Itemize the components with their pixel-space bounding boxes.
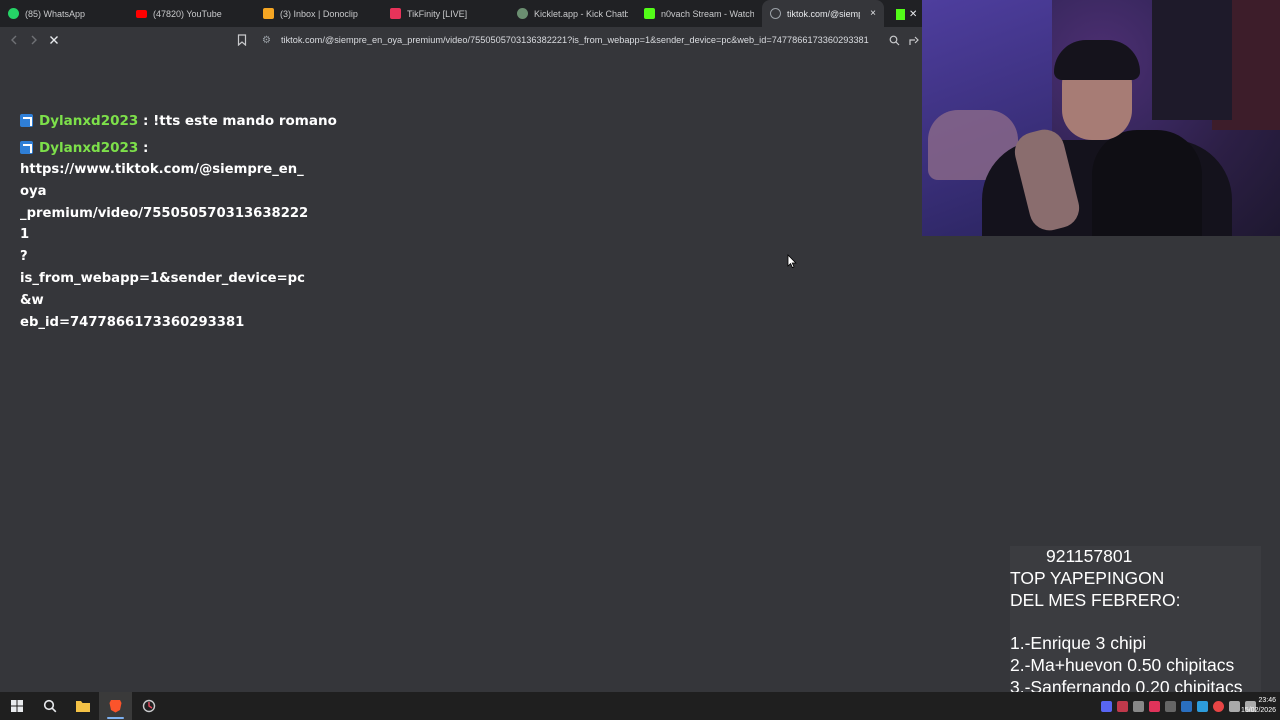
- globe-icon: [770, 8, 781, 19]
- bookmark-icon: [237, 34, 247, 46]
- kicklet-icon: [517, 8, 528, 19]
- chat-link-line: eb_id=7477866173360293381: [20, 314, 245, 330]
- donoclip-icon: [263, 8, 274, 19]
- search-button[interactable]: [33, 692, 66, 720]
- forward-button[interactable]: [24, 30, 44, 50]
- clock-time: 23:46: [1258, 697, 1276, 704]
- kick-icon: [644, 8, 655, 19]
- overlay-phone: 921157801: [1046, 546, 1133, 566]
- system-clock[interactable]: 23:46 15/02/2026: [1241, 696, 1276, 716]
- tab-whatsapp[interactable]: (85) WhatsApp: [0, 0, 128, 27]
- browser-toolbar: ⚙ tiktok.com/@siempre_en_oya_premium/vid…: [0, 27, 922, 53]
- back-button[interactable]: [4, 30, 24, 50]
- chat-link-line: https://www.tiktok.com/@siempre_en_oya: [20, 162, 304, 199]
- chat-message: Dylanxd2023 : !tts este mando romano: [20, 113, 337, 129]
- search-icon: [43, 699, 56, 713]
- tab-tiktok[interactable]: tiktok.com/@siempre ×: [762, 0, 884, 27]
- address-bar[interactable]: ⚙ tiktok.com/@siempre_en_oya_premium/vid…: [256, 30, 922, 50]
- chat-link-line: ?: [20, 249, 28, 265]
- address-url[interactable]: tiktok.com/@siempre_en_oya_premium/video…: [281, 35, 881, 45]
- tab-strip: (85) WhatsApp (47820) YouTube (3) Inbox …: [0, 0, 922, 27]
- chat-link-line: _premium/video/7550505703136382221: [20, 205, 309, 243]
- tab-youtube[interactable]: (47820) YouTube: [128, 0, 255, 27]
- ranking-overlay: 921157801 TOP YAPEPINGON DEL MES FEBRERO…: [1010, 546, 1261, 697]
- stop-loading-icon: [50, 36, 58, 44]
- chat-link-text: https://www.tiktok.com/@siempre_en_oya _…: [20, 159, 310, 333]
- start-button[interactable]: [0, 692, 33, 720]
- taskbar: 23:46 15/02/2026: [0, 692, 1280, 720]
- app-button[interactable]: [132, 692, 165, 720]
- tikfinity-tray-icon[interactable]: [1149, 700, 1160, 712]
- site-settings-icon[interactable]: ⚙: [262, 35, 271, 46]
- file-explorer-button[interactable]: [66, 692, 99, 720]
- share-icon[interactable]: [909, 33, 920, 51]
- steam-icon[interactable]: [1181, 700, 1192, 712]
- chat-username: Dylanxd2023: [39, 140, 139, 156]
- brave-browser-button[interactable]: [99, 692, 132, 720]
- keyboard-layout-icon[interactable]: [1165, 700, 1176, 712]
- tab-extra-icons: ✕: [896, 7, 922, 21]
- tikfinity-icon: [390, 8, 401, 19]
- brave-icon: [109, 700, 122, 713]
- kick-icon[interactable]: [896, 8, 905, 20]
- chat-badge-icon: [20, 114, 33, 127]
- chat-message: Dylanxd2023 :: [20, 140, 148, 156]
- bookmark-button[interactable]: [232, 30, 252, 50]
- ranking-item: 2.-Ma+huevon 0.50 chipitacs: [1010, 654, 1235, 675]
- whatsapp-icon: [8, 8, 19, 19]
- network-icon[interactable]: [1229, 700, 1240, 712]
- record-icon[interactable]: [1213, 700, 1224, 712]
- system-tray: [1101, 692, 1256, 720]
- app-icon: [142, 699, 155, 713]
- tab-kick-stream[interactable]: n0vach Stream - Watch Li: [636, 0, 762, 27]
- stop-button[interactable]: [44, 30, 64, 50]
- obs-icon[interactable]: [1133, 700, 1144, 712]
- chat-link-line: is_from_webapp=1&sender_device=pc&w: [20, 270, 305, 308]
- tab-donoclip[interactable]: (3) Inbox | Donoclip: [255, 0, 382, 27]
- chevron-right-icon: [31, 35, 37, 45]
- chevron-left-icon: [11, 35, 17, 45]
- zoom-search-icon[interactable]: [889, 33, 900, 51]
- microphone-icon[interactable]: [1117, 700, 1128, 712]
- page-content: Dylanxd2023 : !tts este mando romano Dyl…: [0, 53, 922, 692]
- discord-icon[interactable]: [1101, 700, 1112, 712]
- chat-text: !tts este mando romano: [153, 113, 337, 129]
- folder-icon: [75, 701, 90, 712]
- mute-icon[interactable]: ✕: [909, 9, 917, 20]
- chat-separator: :: [138, 113, 154, 129]
- chat-badge-icon: [20, 141, 33, 154]
- chat-username: Dylanxd2023: [39, 113, 139, 129]
- tab-tikfinity[interactable]: TikFinity [LIVE]: [382, 0, 509, 27]
- tab-kicklet[interactable]: Kicklet.app - Kick Chatbot: [509, 0, 636, 27]
- youtube-icon: [136, 9, 147, 18]
- overlay-heading: DEL MES FEBRERO:: [1010, 589, 1181, 610]
- windows-icon: [10, 700, 23, 712]
- webcam-feed: [922, 0, 1280, 236]
- overlay-heading: TOP YAPEPINGON: [1010, 567, 1165, 588]
- close-tab-icon[interactable]: ×: [870, 8, 876, 19]
- telegram-icon[interactable]: [1197, 700, 1208, 712]
- clock-date: 15/02/2026: [1240, 707, 1276, 714]
- chat-separator: :: [138, 140, 149, 156]
- ranking-item: 1.-Enrique 3 chipi: [1010, 633, 1147, 654]
